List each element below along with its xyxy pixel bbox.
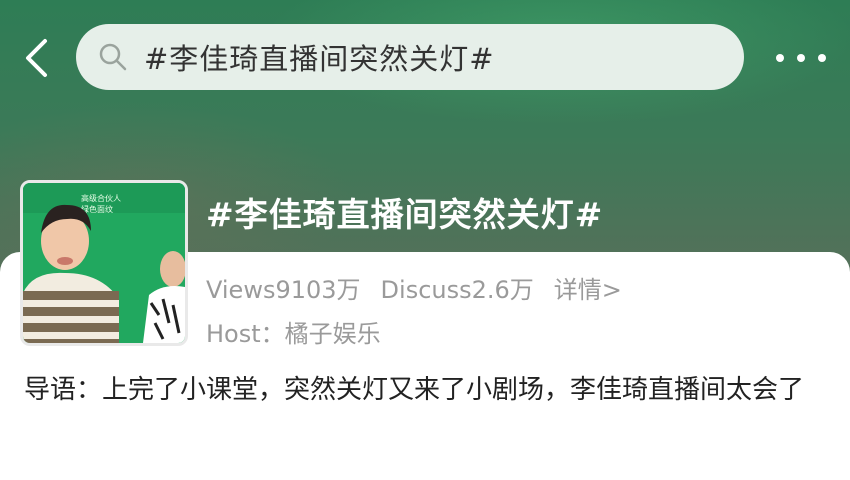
more-button[interactable]	[776, 44, 826, 72]
search-icon	[96, 40, 130, 74]
more-dot	[797, 54, 805, 62]
thumbnail-caption-line1: 高级合伙人	[81, 193, 121, 203]
search-input[interactable]: #李佳琦直播间突然关灯#	[144, 36, 495, 78]
search-bar[interactable]: #李佳琦直播间突然关灯#	[76, 24, 744, 90]
more-dot	[818, 54, 826, 62]
topic-thumbnail[interactable]: 高级合伙人 绿色面纹	[20, 180, 188, 346]
details-link[interactable]: 详情>	[554, 270, 622, 305]
more-dot	[776, 54, 784, 62]
topic-stats: Views9103万 Discuss2.6万 详情>	[206, 270, 622, 305]
topic-title: #李佳琦直播间突然关灯#	[206, 195, 604, 234]
host-label[interactable]: Host：橘子娱乐	[206, 314, 381, 349]
thumbnail-image: 高级合伙人 绿色面纹	[23, 183, 185, 343]
chevron-left-icon	[26, 39, 47, 77]
views-count: Views9103万	[206, 276, 361, 304]
intro-text: 导语：上完了小课堂，突然关灯又来了小剧场，李佳琦直播间太会了	[24, 375, 805, 405]
back-button[interactable]	[18, 36, 54, 80]
discuss-count: Discuss2.6万	[380, 276, 534, 304]
